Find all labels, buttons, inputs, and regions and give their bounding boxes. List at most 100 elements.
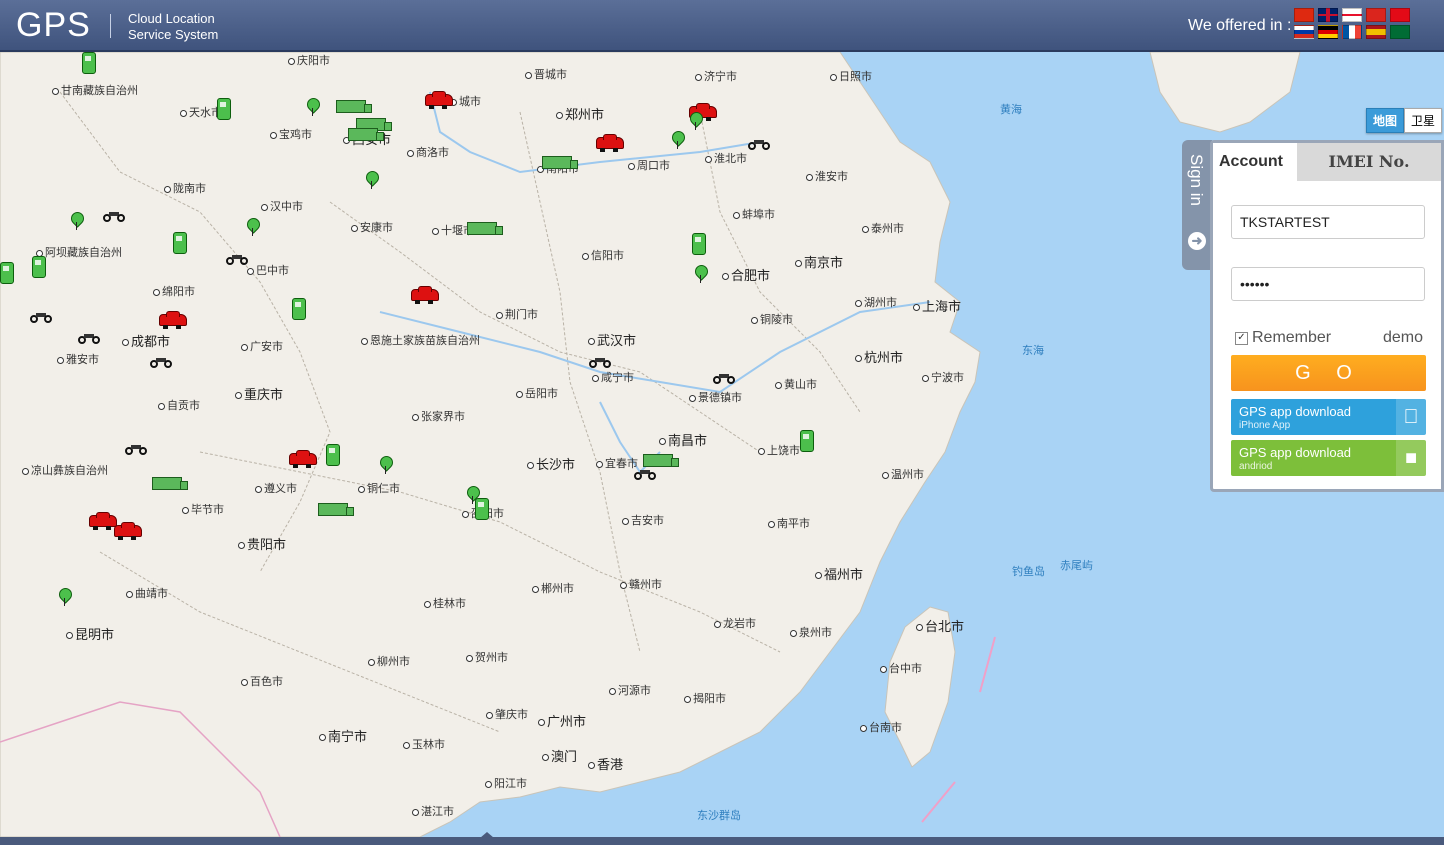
vietnam-flag[interactable] [1366, 8, 1386, 22]
city-dot-icon [689, 394, 696, 402]
remember-checkbox[interactable]: ✓ Remember [1235, 329, 1331, 347]
city-name: 安康市 [360, 221, 393, 234]
go-button[interactable]: G O [1231, 355, 1426, 391]
truck-icon[interactable] [348, 128, 384, 141]
car-icon[interactable] [596, 134, 624, 152]
city-name: 南宁市 [328, 730, 368, 745]
motorcycle-icon[interactable] [78, 334, 100, 344]
city-dot-icon [486, 711, 493, 719]
city-label: 宁波市 [922, 369, 964, 385]
truck-icon[interactable] [643, 454, 679, 467]
city-name: 遵义市 [264, 482, 297, 495]
city-dot-icon [758, 447, 765, 455]
city-label: 南京市 [795, 252, 843, 271]
car-icon[interactable] [114, 522, 142, 540]
city-label: 岳阳市 [516, 385, 558, 401]
bus-icon[interactable] [82, 52, 96, 74]
city-dot-icon [532, 585, 539, 593]
bus-icon[interactable] [692, 233, 706, 255]
motorcycle-icon[interactable] [150, 358, 172, 368]
location-pin-icon[interactable] [247, 218, 259, 236]
logo: GPS [16, 6, 91, 44]
location-pin-icon[interactable] [71, 212, 83, 230]
bus-icon[interactable] [326, 444, 340, 466]
city-label: 赣州市 [620, 576, 662, 592]
location-pin-icon[interactable] [307, 98, 319, 116]
car-icon[interactable] [411, 286, 439, 304]
checkmark-icon[interactable]: ✓ [1235, 331, 1248, 345]
truck-icon[interactable] [542, 156, 578, 169]
city-name: 陇南市 [173, 182, 206, 195]
china-flag[interactable] [1294, 8, 1314, 22]
map-type-map-button[interactable]: 地图 [1366, 108, 1405, 133]
bus-icon[interactable] [32, 256, 46, 278]
bus-icon[interactable] [217, 98, 231, 120]
city-dot-icon [592, 374, 599, 382]
location-pin-icon[interactable] [366, 171, 378, 189]
spain-flag[interactable] [1366, 25, 1386, 39]
motorcycle-icon[interactable] [713, 374, 735, 384]
city-name: 宝鸡市 [279, 128, 312, 141]
city-name: 桂林市 [433, 597, 466, 610]
truck-icon[interactable] [336, 100, 372, 113]
location-pin-icon[interactable] [380, 456, 392, 474]
car-icon[interactable] [425, 91, 453, 109]
location-pin-icon[interactable] [672, 131, 684, 149]
motorcycle-icon[interactable] [226, 255, 248, 265]
city-label: 上饶市 [758, 442, 800, 458]
turkey-flag[interactable] [1390, 8, 1410, 22]
password-input[interactable]: •••••• [1231, 267, 1425, 301]
collapse-notch-icon[interactable] [480, 832, 494, 838]
demo-link[interactable]: demo [1383, 329, 1423, 347]
location-pin-icon[interactable] [690, 112, 702, 130]
city-dot-icon [496, 311, 503, 319]
ios-download-title: GPS app download [1239, 404, 1352, 419]
city-name: 张家界市 [421, 410, 465, 423]
truck-icon[interactable] [467, 222, 503, 235]
android-download-button[interactable]: GPS app download andriod ■ [1231, 440, 1426, 476]
bus-icon[interactable] [292, 298, 306, 320]
truck-icon[interactable] [152, 477, 188, 490]
saudi-flag[interactable] [1390, 25, 1410, 39]
bus-icon[interactable] [173, 232, 187, 254]
motorcycle-icon[interactable] [125, 445, 147, 455]
arrow-right-icon[interactable]: ➜ [1188, 232, 1206, 250]
motorcycle-icon[interactable] [589, 358, 611, 368]
city-label: 南平市 [768, 515, 810, 531]
city-dot-icon [538, 719, 545, 726]
france-flag[interactable] [1342, 25, 1362, 39]
location-pin-icon[interactable] [695, 265, 707, 283]
city-dot-icon [153, 288, 160, 296]
ios-download-button[interactable]: GPS app download iPhone App  [1231, 399, 1426, 435]
uk-flag[interactable] [1318, 8, 1338, 22]
bus-icon[interactable] [800, 430, 814, 452]
motorcycle-icon[interactable] [103, 212, 125, 222]
map-type-satellite-button[interactable]: 卫星 [1404, 108, 1443, 133]
signin-side-tab[interactable]: Sign in ➜ [1182, 140, 1212, 270]
location-pin-icon[interactable] [59, 588, 71, 606]
username-input[interactable]: TKSTARTEST [1231, 205, 1425, 239]
motorcycle-icon[interactable] [634, 470, 656, 480]
city-name: 城市 [459, 95, 481, 108]
city-label: 郴州市 [532, 580, 574, 596]
germany-flag[interactable] [1318, 25, 1338, 39]
car-icon[interactable] [89, 512, 117, 530]
georgia-flag[interactable] [1342, 8, 1362, 22]
tab-imei[interactable]: IMEI No. [1297, 143, 1441, 181]
city-dot-icon [241, 678, 248, 686]
city-label: 泰州市 [862, 220, 904, 236]
car-icon[interactable] [159, 311, 187, 329]
city-name: 玉林市 [412, 738, 445, 751]
city-name: 巴中市 [256, 264, 289, 277]
city-name: 周口市 [637, 159, 670, 172]
russia-flag[interactable] [1294, 25, 1314, 39]
motorcycle-icon[interactable] [748, 140, 770, 150]
tab-account[interactable]: Account [1213, 143, 1297, 181]
truck-icon[interactable] [318, 503, 354, 516]
city-name: 毕节市 [191, 503, 224, 516]
bus-icon[interactable] [0, 262, 14, 284]
bus-icon[interactable] [475, 498, 489, 520]
city-label: 晋城市 [525, 66, 567, 82]
car-icon[interactable] [289, 450, 317, 468]
motorcycle-icon[interactable] [30, 313, 52, 323]
